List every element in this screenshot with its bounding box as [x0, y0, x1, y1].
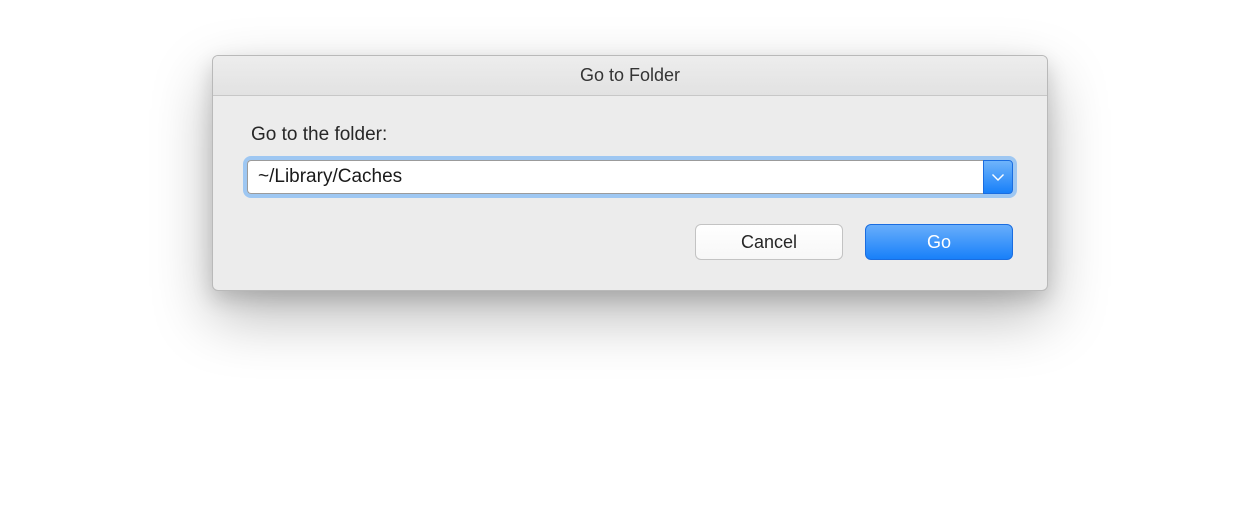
path-input-wrapper	[247, 160, 1013, 194]
go-to-folder-dialog: Go to Folder Go to the folder: Cancel Go	[212, 55, 1048, 291]
chevron-down-icon	[992, 168, 1004, 186]
path-label: Go to the folder:	[251, 124, 1013, 146]
dialog-titlebar: Go to Folder	[213, 56, 1047, 96]
dialog-button-row: Cancel Go	[247, 224, 1013, 260]
go-button[interactable]: Go	[865, 224, 1013, 260]
cancel-button[interactable]: Cancel	[695, 224, 843, 260]
path-dropdown-button[interactable]	[983, 160, 1013, 194]
dialog-title: Go to Folder	[580, 65, 680, 86]
folder-path-input[interactable]	[247, 160, 983, 194]
dialog-content: Go to the folder: Cancel Go	[213, 96, 1047, 290]
